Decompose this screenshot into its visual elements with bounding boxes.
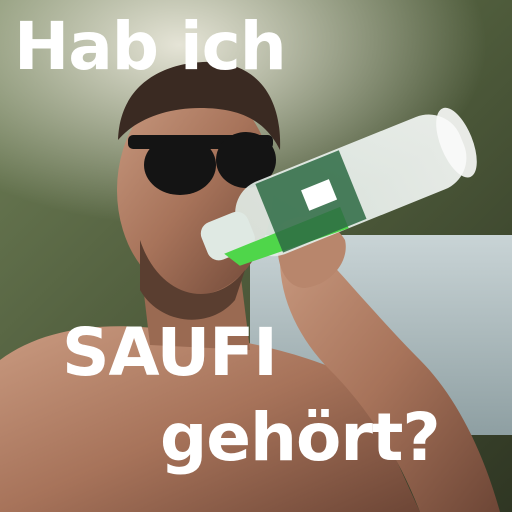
caption-line-1: Hab ich bbox=[14, 8, 287, 85]
meme-image: Hab ich SAUFI gehört? bbox=[0, 0, 512, 512]
caption-line-3: gehört? bbox=[160, 399, 441, 476]
caption-line-2: SAUFI bbox=[62, 314, 278, 391]
